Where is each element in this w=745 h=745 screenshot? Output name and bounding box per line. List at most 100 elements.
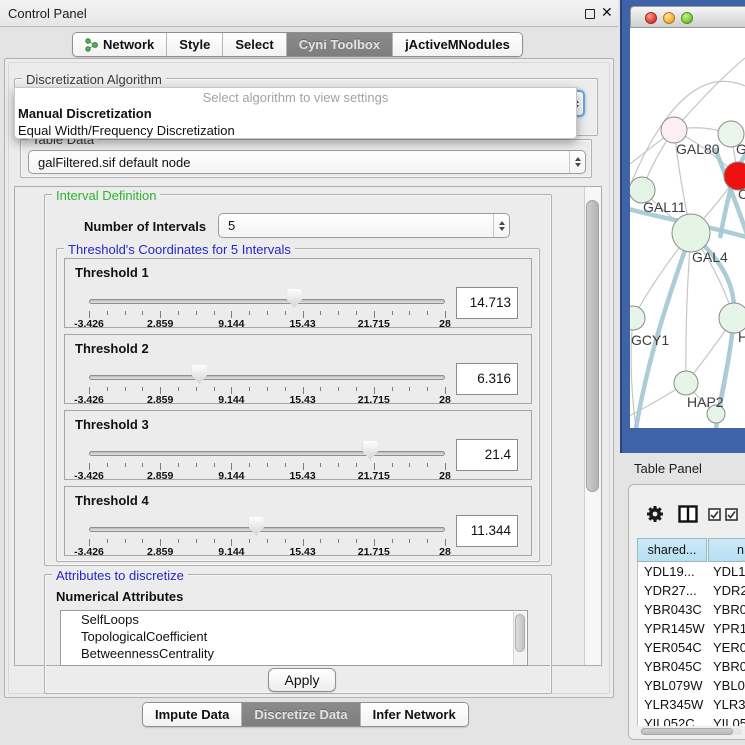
network-node[interactable] bbox=[674, 371, 698, 395]
popup-item[interactable]: Manual Discretization bbox=[15, 105, 576, 122]
tick-label: 21.715 bbox=[358, 318, 390, 330]
num-intervals-combobox[interactable]: 5 bbox=[218, 213, 510, 238]
table-cell: YDR27... bbox=[713, 581, 745, 600]
tab-label: Network bbox=[103, 37, 154, 52]
table-row[interactable]: YER054CYER054C bbox=[638, 638, 745, 657]
traffic-light-zoom-icon[interactable] bbox=[681, 12, 693, 24]
slider-tick bbox=[196, 387, 197, 391]
table-cell: YLR345W bbox=[644, 695, 703, 714]
slider-tick bbox=[374, 311, 375, 318]
tick-label: 21.715 bbox=[358, 546, 390, 558]
slider-tick bbox=[231, 387, 232, 394]
node-label: GCY1 bbox=[631, 332, 669, 348]
tick-label: 28 bbox=[439, 318, 451, 330]
slider-tick bbox=[178, 311, 179, 315]
threshold-label: Threshold 1 bbox=[75, 265, 149, 280]
threshold-value-field[interactable]: 21.4 bbox=[456, 439, 518, 471]
slider-tick bbox=[427, 463, 428, 467]
horizontal-scrollbar-track[interactable] bbox=[640, 728, 742, 735]
table-row[interactable]: YDL19...YDL19... bbox=[638, 562, 745, 581]
slider-track[interactable] bbox=[89, 375, 445, 380]
slider-tick bbox=[427, 387, 428, 391]
network-node[interactable] bbox=[630, 306, 645, 330]
slider-tick bbox=[303, 539, 304, 546]
table-column-header[interactable]: shared... bbox=[637, 538, 707, 562]
attribute-list-item[interactable]: TopologicalCoefficient bbox=[61, 628, 527, 645]
table-cell: YIL052C bbox=[644, 714, 695, 726]
tick-label: 2.859 bbox=[147, 318, 173, 330]
slider-thumb[interactable] bbox=[287, 289, 302, 308]
slider-track[interactable] bbox=[89, 527, 445, 532]
slider-tick bbox=[142, 463, 143, 467]
tab-cyni-toolbox[interactable]: Cyni Toolbox bbox=[286, 33, 392, 56]
attribute-list-scrollbar-thumb[interactable] bbox=[515, 614, 525, 652]
gear-icon[interactable] bbox=[645, 504, 665, 524]
threshold-value-field[interactable]: 6.316 bbox=[456, 363, 518, 395]
threshold-value-field[interactable]: 11.344 bbox=[456, 515, 518, 547]
tab-infer-network[interactable]: Infer Network bbox=[360, 703, 468, 726]
table-row[interactable]: YDR27... YDR27... bbox=[638, 581, 745, 600]
slider-tick bbox=[231, 539, 232, 546]
popup-item[interactable]: Equal Width/Frequency Discretization bbox=[15, 122, 576, 139]
threshold-value-field[interactable]: 14.713 bbox=[456, 287, 518, 319]
table-row[interactable]: YBL079WYBL079W bbox=[638, 676, 745, 695]
checkbox-icon[interactable] bbox=[725, 508, 738, 521]
threshold-panel: Threshold 3-3.4262.8599.14415.4321.71528… bbox=[64, 410, 532, 480]
checkbox-icon[interactable] bbox=[708, 508, 721, 521]
table-column-header[interactable]: n bbox=[708, 538, 745, 562]
table-data-combobox[interactable]: galFiltered.sif default node bbox=[28, 150, 586, 174]
attribute-list-item[interactable]: BetweennessCentrality bbox=[61, 645, 527, 662]
tick-label: 28 bbox=[439, 394, 451, 406]
slider-thumb[interactable] bbox=[249, 517, 264, 536]
slider-tick bbox=[249, 387, 250, 391]
apply-button[interactable]: Apply bbox=[268, 668, 336, 692]
network-canvas[interactable]: GAL80GCGAL11GAL4GCY1HHAP2 bbox=[630, 28, 745, 428]
table-row[interactable]: YLR345WYLR345W bbox=[638, 695, 745, 714]
node-label: GAL11 bbox=[643, 199, 686, 215]
tab-select[interactable]: Select bbox=[222, 33, 285, 56]
slider-thumb[interactable] bbox=[192, 365, 207, 384]
tick-label: 15.43 bbox=[289, 470, 315, 482]
tab-network[interactable]: Network bbox=[73, 33, 166, 56]
table-data-combo-value: galFiltered.sif default node bbox=[29, 155, 569, 170]
slider-tick bbox=[160, 539, 161, 546]
slider-track[interactable] bbox=[89, 299, 445, 304]
tab-impute-data[interactable]: Impute Data bbox=[143, 703, 241, 726]
tab-jactivemnodules[interactable]: jActiveMNodules bbox=[392, 33, 522, 56]
table-cell: YDR27... bbox=[644, 581, 697, 600]
tab-style[interactable]: Style bbox=[166, 33, 222, 56]
slider-tick bbox=[392, 387, 393, 391]
slider-tick bbox=[392, 539, 393, 543]
num-intervals-label: Number of Intervals bbox=[84, 219, 206, 234]
slider-tick bbox=[409, 463, 410, 467]
table-row[interactable]: YBR045CYBR045C bbox=[638, 657, 745, 676]
network-edge bbox=[674, 58, 745, 130]
traffic-light-close-icon[interactable] bbox=[645, 12, 657, 24]
slider-tick bbox=[427, 539, 428, 543]
attribute-list-scrollbar[interactable] bbox=[513, 612, 526, 666]
node-label: H bbox=[738, 329, 745, 345]
slider-track[interactable] bbox=[89, 451, 445, 456]
network-node[interactable] bbox=[661, 117, 687, 143]
slider-tick bbox=[338, 387, 339, 391]
slider-tick bbox=[285, 539, 286, 543]
node-label: C bbox=[738, 186, 745, 202]
close-icon[interactable]: ✕ bbox=[601, 4, 613, 21]
tick-label: 15.43 bbox=[289, 318, 315, 330]
table-row[interactable]: YIL052CYIL052C bbox=[638, 714, 745, 726]
network-node[interactable] bbox=[672, 214, 710, 252]
tick-label: -3.426 bbox=[74, 546, 104, 558]
table-row[interactable]: YBR043CYBR043C bbox=[638, 600, 745, 619]
slider-thumb[interactable] bbox=[363, 441, 378, 460]
attribute-list-item[interactable]: SelfLoops bbox=[61, 611, 527, 628]
horizontal-scrollbar-thumb[interactable] bbox=[641, 728, 733, 735]
tab-discretize-data[interactable]: Discretize Data bbox=[241, 703, 359, 726]
table-row[interactable]: YPR145WYPR145W bbox=[638, 619, 745, 638]
split-columns-icon[interactable] bbox=[678, 505, 698, 523]
table-cell: YBR045C bbox=[644, 657, 702, 676]
slider-tick bbox=[249, 311, 250, 315]
traffic-light-minimize-icon[interactable] bbox=[663, 12, 675, 24]
slider-tick bbox=[356, 311, 357, 315]
vertical-scrollbar-thumb[interactable] bbox=[586, 200, 599, 492]
float-window-icon[interactable] bbox=[585, 9, 595, 19]
